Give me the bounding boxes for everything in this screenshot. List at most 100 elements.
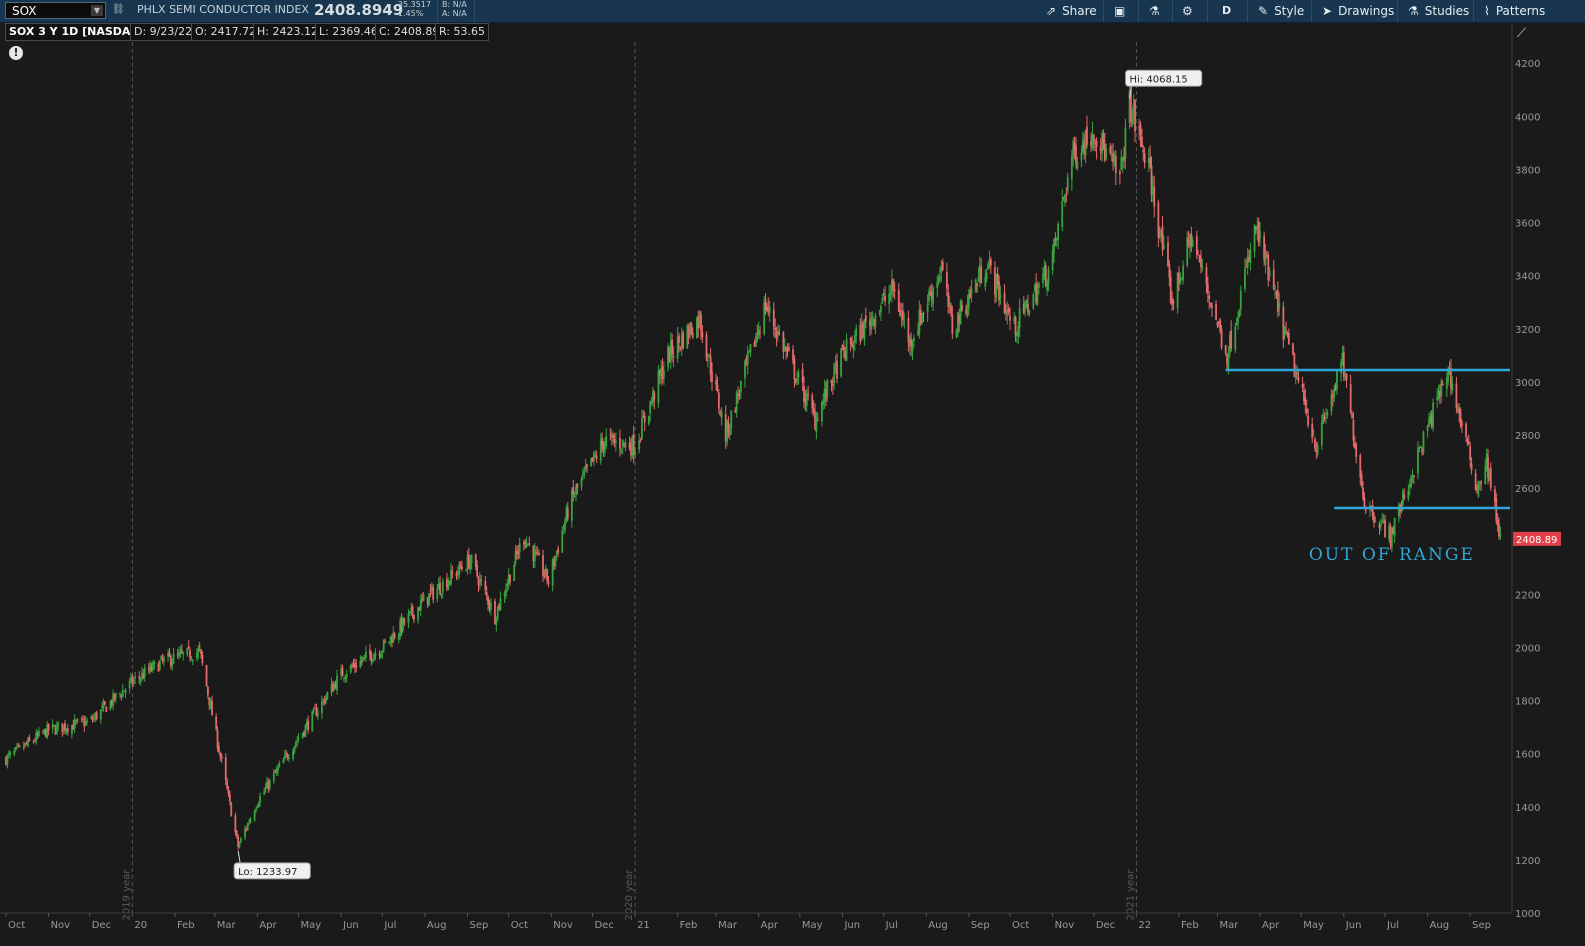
candle-body	[831, 383, 834, 386]
candle-body	[793, 358, 796, 380]
candle-body	[706, 359, 709, 362]
candle-body	[989, 258, 992, 266]
candle-body	[286, 755, 289, 759]
candle-body	[1403, 494, 1406, 499]
candle-body	[1239, 291, 1242, 310]
y-tick-label: 1000	[1515, 909, 1540, 920]
candle-body	[614, 440, 617, 444]
candle-body	[912, 337, 915, 342]
annotation-text: Hi: 4068.15	[1130, 74, 1188, 85]
candle-body	[14, 747, 17, 750]
x-tick-label: Jun	[342, 920, 359, 931]
y-tick-label: 4200	[1515, 59, 1540, 70]
candle-body	[1061, 200, 1064, 227]
candle-body	[419, 599, 422, 611]
candle-body	[220, 755, 223, 759]
x-tick-label: Apr	[259, 920, 277, 931]
candle-body	[1320, 421, 1323, 446]
y-tick-label: 1200	[1515, 856, 1540, 867]
candle-body	[288, 758, 290, 760]
candle-body	[928, 290, 930, 302]
candle-body	[1169, 276, 1172, 303]
candle-body	[1157, 202, 1160, 238]
candle-body	[624, 442, 627, 448]
candle-body	[863, 319, 866, 340]
candle-body	[1412, 475, 1415, 477]
candle-body	[1235, 323, 1238, 325]
candle-body	[1032, 294, 1035, 309]
candle-body	[1220, 328, 1223, 348]
candle-body	[517, 552, 520, 555]
candle-body	[230, 802, 233, 817]
candle-body	[381, 650, 384, 653]
candle-body	[172, 653, 175, 664]
candle-body	[1301, 384, 1304, 388]
candle-body	[999, 295, 1002, 298]
candle-body	[874, 315, 877, 327]
candle-body	[197, 648, 200, 654]
candle-body	[1489, 467, 1492, 488]
candle-body	[1080, 152, 1083, 161]
x-tick-label: Oct	[511, 920, 528, 931]
candle-body	[1407, 490, 1410, 499]
candle-body	[465, 570, 468, 572]
candle-body	[1051, 250, 1054, 271]
candle-body	[518, 543, 521, 553]
candle-body	[720, 411, 723, 418]
candle-body	[1307, 416, 1309, 426]
candle-body	[708, 354, 711, 357]
candle-body	[1451, 383, 1454, 391]
candle-body	[836, 360, 838, 379]
candle-body	[592, 452, 595, 461]
candle-body	[985, 272, 988, 280]
candle-body	[407, 613, 410, 623]
x-tick-label: May	[1303, 920, 1324, 931]
x-tick-label: Sep	[1472, 920, 1491, 931]
y-tick-label: 1600	[1515, 750, 1540, 761]
candle-body	[28, 737, 31, 741]
candle-body	[830, 379, 833, 383]
candle-body	[584, 466, 587, 470]
candle-body	[1253, 225, 1256, 253]
candle-body	[878, 312, 881, 314]
candle-body	[864, 315, 867, 322]
candle-body	[911, 343, 914, 352]
candle-body	[842, 346, 845, 351]
candle-body	[816, 420, 819, 422]
candle-body	[441, 581, 444, 593]
candle-body	[1474, 473, 1477, 491]
candle-body	[573, 495, 576, 497]
candle-body	[1326, 412, 1329, 416]
candle-body	[1333, 388, 1336, 397]
candle-body	[796, 378, 799, 381]
price-chart[interactable]: 2019 year 2020 year 2021 year Hi: 4068.15 L…	[0, 0, 1585, 946]
x-tick-label: Jun	[1345, 920, 1362, 931]
candle-body	[82, 719, 84, 721]
candle-body	[1134, 99, 1136, 132]
candle-body	[561, 530, 564, 553]
candle-body	[1312, 435, 1315, 437]
candle-body	[880, 306, 882, 313]
y-tick-label: 3800	[1515, 165, 1540, 176]
candle-body	[224, 757, 227, 781]
candle-body	[283, 754, 286, 759]
candle-body	[278, 763, 281, 767]
candle-body	[1140, 136, 1143, 147]
y-tick-label: 2000	[1515, 643, 1540, 654]
candle-body	[903, 320, 906, 322]
candle-body	[1018, 308, 1021, 328]
candle-body	[807, 394, 810, 396]
annotation-pointer	[237, 850, 241, 863]
candle-body	[870, 318, 873, 331]
candle-body	[187, 646, 190, 648]
candle-body	[1206, 283, 1209, 293]
last-price-tag-text: 2408.89	[1516, 535, 1557, 546]
candle-body	[1066, 176, 1069, 192]
candle-body	[429, 590, 432, 592]
x-tick-label: Nov	[1055, 920, 1075, 931]
candle-body	[1294, 371, 1297, 379]
candle-body	[678, 335, 680, 343]
candle-body	[57, 723, 60, 727]
candle-body	[312, 708, 315, 712]
candle-body	[9, 752, 12, 756]
